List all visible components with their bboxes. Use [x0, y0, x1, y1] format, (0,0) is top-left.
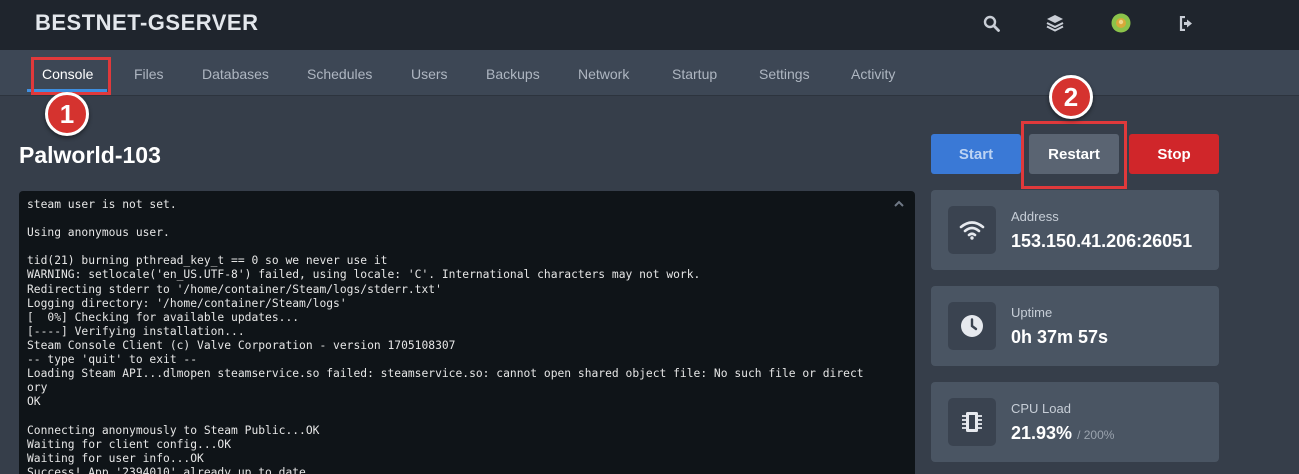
- stop-button[interactable]: Stop: [1129, 134, 1219, 174]
- tab-console[interactable]: Console: [42, 66, 93, 82]
- uptime-label: Uptime: [1011, 305, 1053, 320]
- wifi-icon: [948, 206, 996, 254]
- logout-icon[interactable]: [1177, 13, 1197, 33]
- tab-users[interactable]: Users: [411, 66, 448, 82]
- console-line: WARNING: setlocale('en_US.UTF-8') failed…: [27, 268, 701, 282]
- chevron-up-icon[interactable]: [893, 197, 905, 209]
- console-log: steam user is not set. Using anonymous u…: [27, 198, 902, 474]
- address-value: 153.150.41.206:26051: [1011, 231, 1193, 251]
- console-line: [----] Verifying installation...: [27, 324, 245, 338]
- server-name: Palworld-103: [19, 142, 161, 168]
- console-line: tid(21) burning pthread_key_t == 0 so we…: [27, 254, 388, 268]
- tab-activity: Activity: [851, 66, 896, 82]
- uptime-card: Uptime 0h 37m 57s: [931, 286, 1219, 366]
- cpu-label: CPU Load: [1011, 401, 1071, 416]
- clock-icon: [948, 302, 996, 350]
- console-line: Loading Steam API...dlmopen steamservice…: [27, 367, 864, 381]
- console-line: Steam Console Client (c) Valve Corporati…: [27, 338, 456, 352]
- address-card: Address 153.150.41.206:26051: [931, 190, 1219, 270]
- cpu-limit: / 200%: [1077, 428, 1115, 442]
- console-output[interactable]: steam user is not set. Using anonymous u…: [19, 191, 915, 474]
- uptime-value: 0h 37m 57s: [1011, 327, 1109, 347]
- cpu-card: CPU Load 21.93% / 200%: [931, 382, 1219, 462]
- console-line: steam user is not set.: [27, 198, 177, 211]
- console-line: -- type 'quit' to exit --: [27, 353, 198, 367]
- app-title[interactable]: BESTNET-GSERVER: [35, 10, 258, 36]
- cpu-value-row: 21.93% / 200%: [1011, 423, 1114, 444]
- step-badge-2: 2: [1049, 75, 1093, 119]
- console-line: Success! App '2394010' already up to dat…: [27, 465, 313, 474]
- console-line: Logging directory: '/home/container/Stea…: [27, 296, 347, 310]
- cpu-value: 21.93%: [1011, 423, 1073, 443]
- restart-button[interactable]: Restart: [1029, 134, 1119, 174]
- console-line: OK: [27, 395, 41, 409]
- avatar[interactable]: [1111, 13, 1131, 33]
- tab-schedules[interactable]: Schedules: [307, 66, 372, 82]
- tab-startup[interactable]: Startup: [672, 66, 717, 82]
- top-bar: BESTNET-GSERVER: [0, 0, 1299, 50]
- microchip-icon: [948, 398, 996, 446]
- console-line: Waiting for client config...OK: [27, 437, 232, 451]
- address-label: Address: [1011, 209, 1059, 224]
- tab-network[interactable]: Network: [578, 66, 629, 82]
- tab-backups[interactable]: Backups: [486, 66, 540, 82]
- tab-settings[interactable]: Settings: [759, 66, 810, 82]
- layers-icon[interactable]: [1045, 13, 1065, 33]
- search-icon[interactable]: [981, 13, 1001, 33]
- console-line: Redirecting stderr to '/home/container/S…: [27, 282, 442, 296]
- console-line: Using anonymous user.: [27, 226, 170, 240]
- server-nav: Console Files Databases Schedules Users …: [0, 50, 1299, 96]
- console-line: [ 0%] Checking for available updates...: [27, 310, 300, 324]
- tab-files[interactable]: Files: [134, 66, 164, 82]
- tab-databases[interactable]: Databases: [202, 66, 269, 82]
- step-badge-1: 1: [45, 92, 89, 136]
- console-line: Connecting anonymously to Steam Public..…: [27, 423, 320, 437]
- start-button[interactable]: Start: [931, 134, 1021, 174]
- console-line: ory: [27, 381, 48, 395]
- console-line: Waiting for user info...OK: [27, 451, 204, 465]
